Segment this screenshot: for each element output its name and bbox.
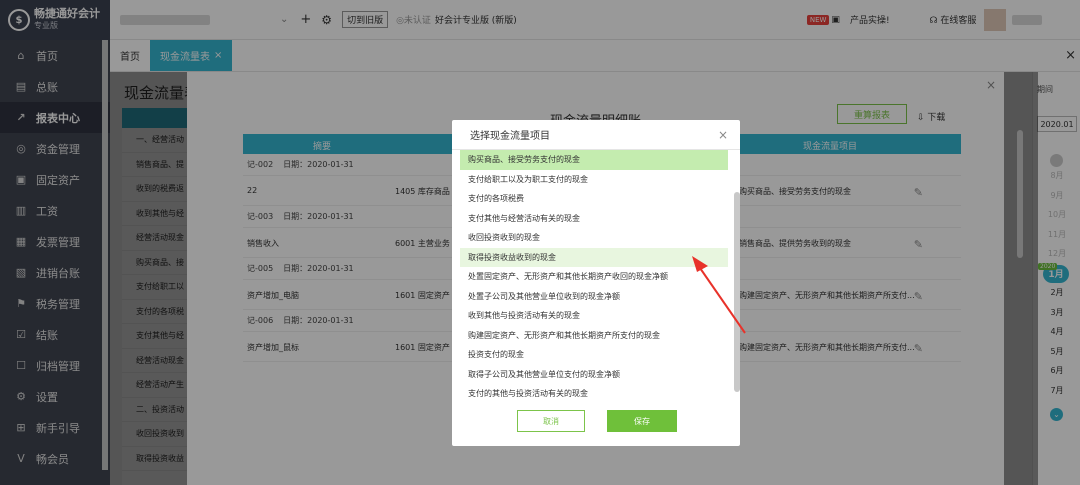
annotation-arrow [692,256,746,334]
arrow-shaft [699,267,746,334]
arrow-head [692,256,708,272]
